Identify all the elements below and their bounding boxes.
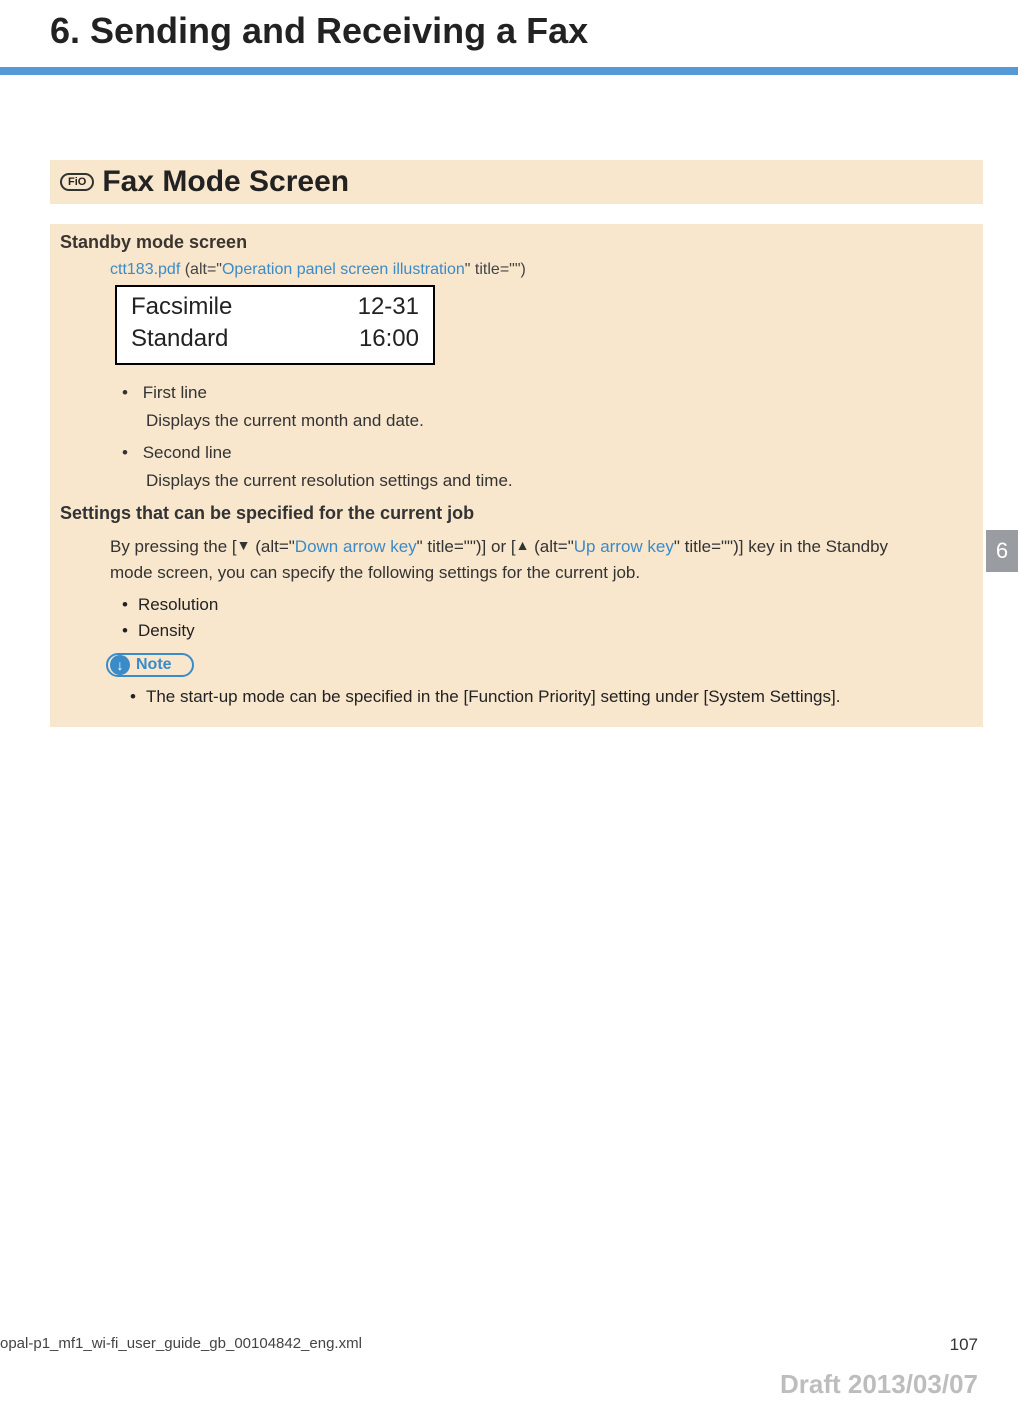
down-arrow-icon: ▼ — [237, 537, 251, 553]
chapter-title: 6. Sending and Receiving a Fax — [0, 0, 1018, 67]
second-line-desc: Displays the current resolution settings… — [146, 471, 973, 491]
section-fax-mode-screen: FiO Fax Mode Screen Standby mode screen … — [0, 160, 1018, 727]
fio-badge: FiO — [60, 173, 94, 191]
lcd-mode: Facsimile — [131, 293, 358, 321]
subsection-standby: Standby mode screen ctt183.pdf (alt="Ope… — [50, 224, 983, 727]
lcd-screen-illustration: Facsimile 12-31 Standard 16:00 — [115, 285, 435, 365]
second-line-label: Second line — [143, 443, 232, 462]
down-arrow-alt-link[interactable]: Down arrow key — [295, 537, 417, 556]
text: (alt=" — [250, 537, 294, 556]
list-item: Resolution — [122, 595, 973, 615]
page: 6. Sending and Receiving a Fax FiO Fax M… — [0, 0, 1018, 1420]
list-item: Density — [122, 621, 973, 641]
bullet-resolution: Resolution — [138, 595, 218, 614]
list-item: The start-up mode can be specified in th… — [130, 687, 938, 707]
image-alt-link[interactable]: Operation panel screen illustration — [222, 261, 465, 278]
draft-watermark: Draft 2013/03/07 — [780, 1369, 978, 1400]
first-line-label: First line — [143, 383, 207, 402]
note-block: ↓ Note The start-up mode can be specifie… — [110, 653, 938, 717]
alt-open: (alt=" — [180, 261, 222, 278]
chapter-divider — [0, 67, 1018, 75]
text: By pressing the [ — [110, 537, 237, 556]
alt-close: " title="") — [465, 261, 526, 278]
lcd-line-explanations: First line Displays the current month an… — [122, 383, 973, 491]
note-item-text: The start-up mode can be specified in th… — [146, 687, 841, 706]
chapter-side-tab: 6 — [986, 530, 1018, 572]
up-arrow-alt-link[interactable]: Up arrow key — [574, 537, 674, 556]
note-label: Note — [136, 656, 172, 674]
up-arrow-icon: ▲ — [516, 537, 530, 553]
bullet-density: Density — [138, 621, 195, 640]
settings-heading: Settings that can be specified for the c… — [60, 503, 973, 524]
list-item: First line Displays the current month an… — [122, 383, 973, 431]
section-heading: FiO Fax Mode Screen — [50, 160, 983, 204]
source-filename: opal-p1_mf1_wi-fi_user_guide_gb_00104842… — [0, 1335, 362, 1352]
standby-heading: Standby mode screen — [60, 232, 973, 253]
page-footer: opal-p1_mf1_wi-fi_user_guide_gb_00104842… — [0, 1335, 1018, 1355]
settings-paragraph: By pressing the [▼ (alt="Down arrow key"… — [110, 534, 973, 585]
list-item: Second line Displays the current resolut… — [122, 443, 973, 491]
text: (alt=" — [529, 537, 573, 556]
image-filename-link[interactable]: ctt183.pdf — [110, 261, 180, 278]
lcd-date: 12-31 — [358, 293, 419, 321]
lcd-resolution: Standard — [131, 325, 358, 353]
lcd-time: 16:00 — [358, 325, 419, 353]
settings-bullets: Resolution Density — [122, 595, 973, 641]
note-arrow-icon: ↓ — [110, 655, 130, 675]
text: " title="")] or [ — [417, 537, 516, 556]
note-bullets: The start-up mode can be specified in th… — [130, 687, 938, 707]
image-reference: ctt183.pdf (alt="Operation panel screen … — [110, 261, 973, 279]
first-line-desc: Displays the current month and date. — [146, 411, 973, 431]
note-header: ↓ Note — [106, 653, 194, 677]
section-title: Fax Mode Screen — [102, 165, 349, 199]
page-number: 107 — [950, 1335, 978, 1355]
